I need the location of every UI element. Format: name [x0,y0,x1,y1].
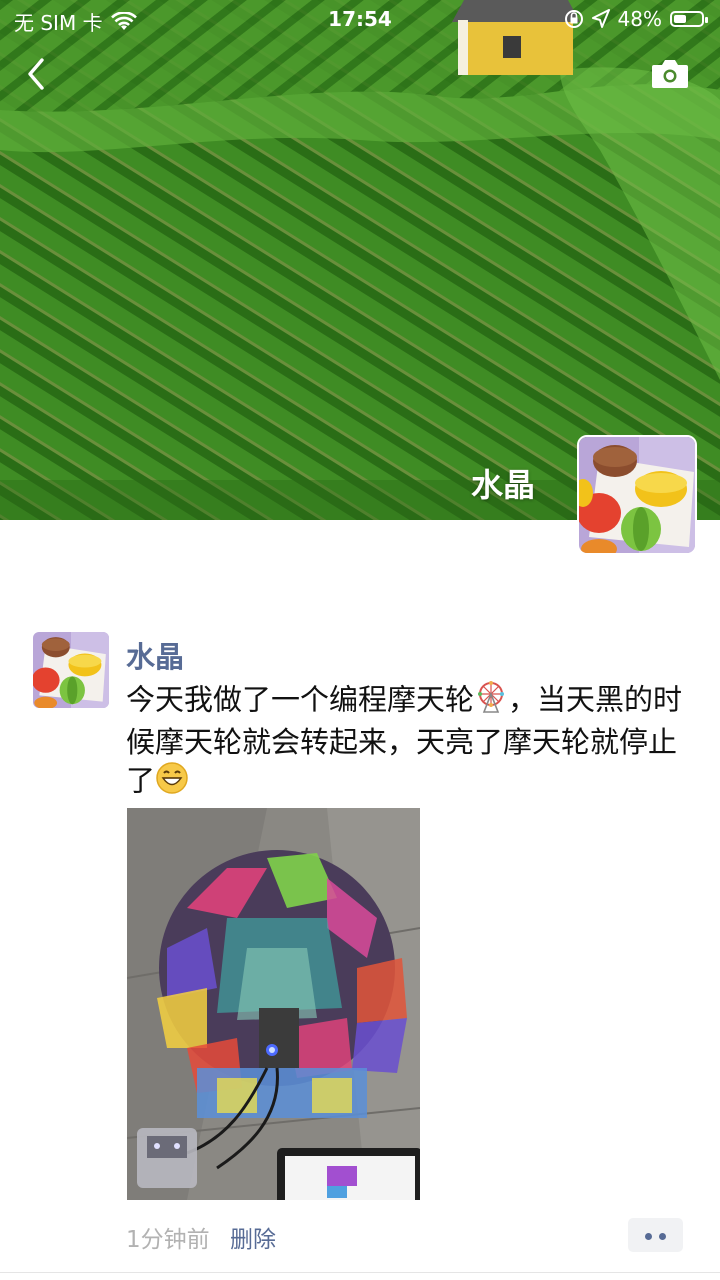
location-arrow-icon [591,9,610,28]
more-button[interactable] [628,1218,683,1252]
more-dots-icon [645,1233,652,1240]
profile-avatar[interactable] [577,435,697,555]
post-avatar[interactable] [33,632,109,708]
post-text: 今天我做了一个编程摩天轮 ，当天黑的时候摩天轮就会转起来，天亮了摩天轮就停止了 [126,680,696,804]
camera-icon [652,60,688,88]
rotation-lock-icon [564,10,583,28]
post-text-part1: 今天我做了一个编程摩天轮 [126,682,475,717]
post-author-name[interactable]: 水晶 [126,634,184,676]
macaron-avatar-small-image [33,632,109,708]
profile-name: 水晶 [470,466,535,504]
status-bar: 无 SIM 卡 17:54 48% [0,0,720,40]
chevron-left-icon [28,58,44,90]
battery-level [674,15,686,23]
battery-percent: 48% [617,7,662,31]
grinning-face-emoji-icon [155,761,189,804]
ferris-wheel-photo-image [127,808,420,1200]
post-time: 1分钟前 [126,1227,210,1253]
delete-button[interactable]: 删除 [230,1220,276,1254]
post-photo[interactable] [127,808,420,1200]
divider [0,1272,720,1273]
back-button[interactable] [22,52,62,96]
battery-icon [670,11,708,27]
ferris-wheel-emoji-icon [474,680,508,723]
macaron-avatar-image [579,437,695,553]
status-right: 48% [564,7,708,31]
more-dots-icon-2 [659,1233,666,1240]
camera-button[interactable] [650,56,690,92]
